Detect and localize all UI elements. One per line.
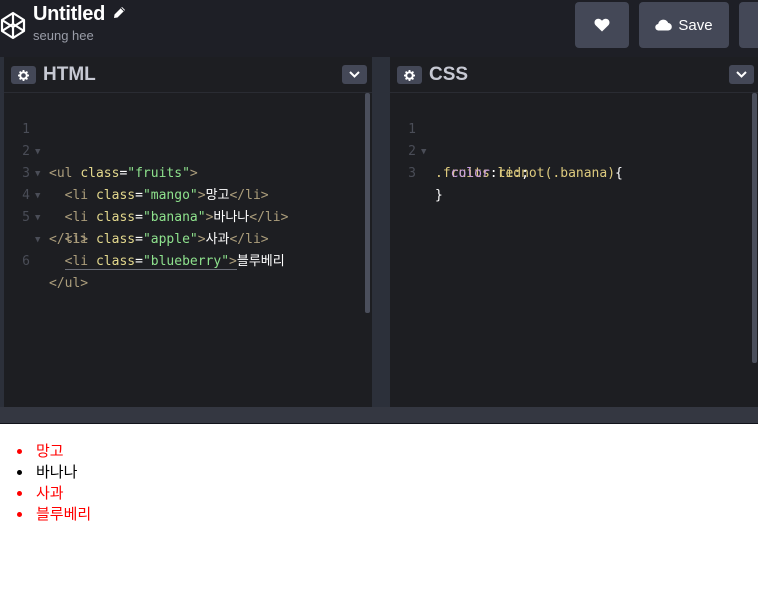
love-button[interactable] xyxy=(575,2,629,48)
css-code-editor[interactable]: 1 ▼ .fruits li:not(.banana){ 2 color:red… xyxy=(390,97,750,397)
html-pane-title: HTML xyxy=(43,64,96,85)
html-code-editor[interactable]: 1 ▼ <ul class="fruits"> 2 ▼ <li class="m… xyxy=(4,97,364,397)
cloud-icon xyxy=(655,19,673,31)
list-item: 망고 xyxy=(16,441,91,462)
settings-button[interactable] xyxy=(739,2,758,48)
html-settings-button[interactable] xyxy=(11,66,36,84)
author-name[interactable]: seung hee xyxy=(33,28,126,44)
chevron-down-icon xyxy=(349,71,360,78)
save-button[interactable]: Save xyxy=(639,2,729,48)
code-line: 1 ▼ .fruits li:not(.banana){ xyxy=(390,97,750,181)
css-editor-pane: CSS 1 ▼ .fruits li:not(.banana){ 2 color… xyxy=(390,57,758,407)
code-line: 5 ▼ <li class="blueberry">블루베리 xyxy=(4,185,364,270)
code-line: 6 </ul> xyxy=(4,229,364,291)
css-pane-menu-button[interactable] xyxy=(729,65,754,84)
chevron-down-icon xyxy=(736,71,747,78)
header: Untitled seung hee Save xyxy=(0,0,758,57)
code-line: 3 ▼ <li class="banana">바나나</li> xyxy=(4,141,364,225)
html-editor-pane: HTML 1 ▼ <ul class="fruits"> 2 ▼ <li cla… xyxy=(4,57,372,407)
title-block: Untitled seung hee xyxy=(33,2,126,44)
css-pane-title: CSS xyxy=(429,64,469,85)
codepen-logo-icon[interactable] xyxy=(0,11,26,40)
code-line-wrapped: </li> xyxy=(49,232,89,247)
editor-area: HTML 1 ▼ <ul class="fruits"> 2 ▼ <li cla… xyxy=(0,57,758,407)
css-settings-button[interactable] xyxy=(397,66,422,84)
list-item: 바나나 xyxy=(16,462,91,483)
line-number: 3 xyxy=(408,166,416,181)
code-line: 2 ▼ <li class="mango">망고</li> xyxy=(4,119,364,203)
code-line: 3 } xyxy=(390,141,750,203)
heart-icon xyxy=(594,18,610,32)
code-line: 4 ▼ <li class="apple">사과</li> xyxy=(4,163,364,247)
save-button-label: Save xyxy=(678,16,713,34)
css-pane-header: CSS xyxy=(390,57,758,93)
html-editor-scrollbar[interactable] xyxy=(365,93,370,313)
list-item: 사과 xyxy=(16,483,91,504)
pen-title[interactable]: Untitled xyxy=(33,2,105,26)
resize-handle[interactable] xyxy=(0,407,758,424)
gear-icon xyxy=(18,69,29,81)
code-line: 1 ▼ <ul class="fruits"> xyxy=(4,97,364,181)
pencil-icon[interactable] xyxy=(113,6,126,19)
fruit-list: 망고 바나나 사과 블루베리 xyxy=(16,441,91,525)
gear-icon xyxy=(404,69,415,81)
html-pane-header: HTML xyxy=(4,57,372,93)
code-line: 2 color:red; xyxy=(390,119,750,181)
css-editor-scrollbar[interactable] xyxy=(752,93,757,363)
result-preview: 망고 바나나 사과 블루베리 xyxy=(0,424,758,603)
list-item: 블루베리 xyxy=(16,504,91,525)
html-pane-menu-button[interactable] xyxy=(342,65,367,84)
line-number: 6 xyxy=(22,254,30,269)
